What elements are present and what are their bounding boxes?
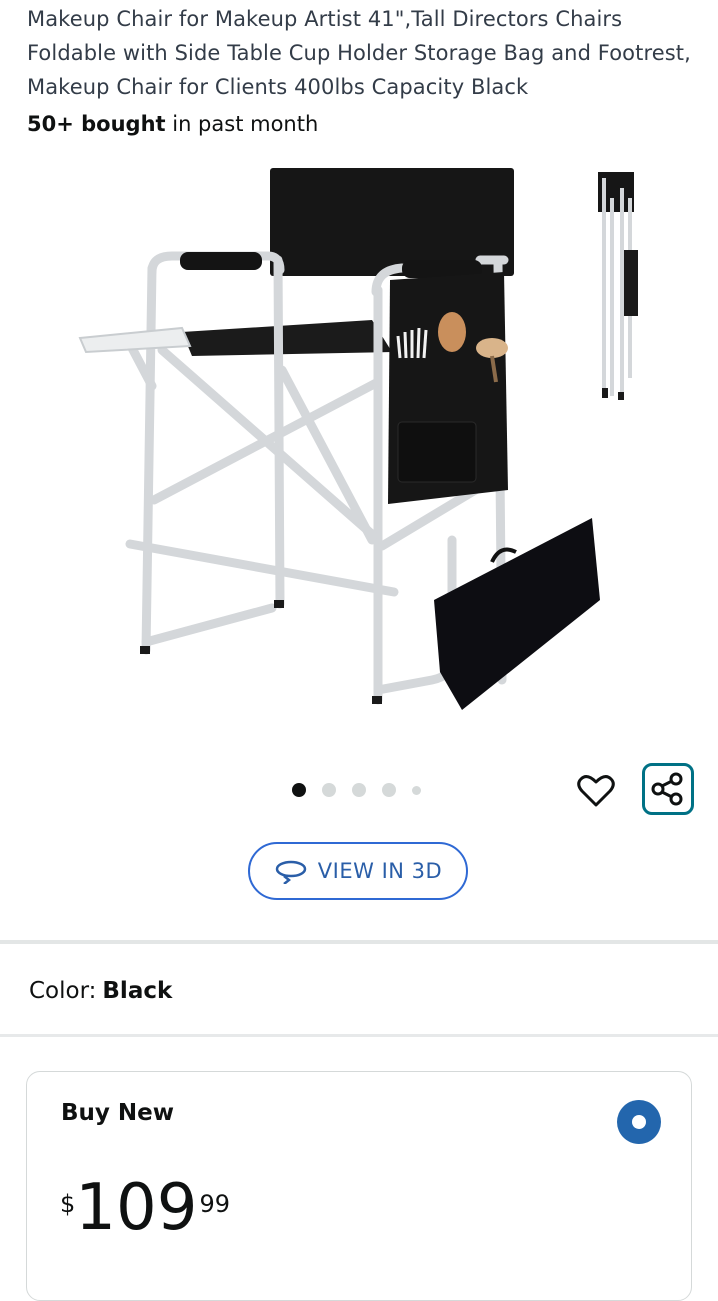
buy-new-title: Buy New [61, 1100, 175, 1126]
heart-icon [577, 775, 615, 807]
image-carousel-indicator [292, 782, 421, 798]
radio-selected-dot [632, 1115, 646, 1129]
color-label: Color: [29, 978, 97, 1004]
product-main-image[interactable] [72, 160, 612, 720]
add-to-list-button[interactable] [574, 770, 618, 812]
carousel-dot-4[interactable] [382, 783, 396, 797]
price: $10999 [60, 1176, 230, 1240]
product-title: Makeup Chair for Makeup Artist 41",Tall … [27, 7, 691, 99]
carousel-dot-5[interactable] [412, 785, 421, 795]
carousel-dot-2[interactable] [322, 783, 336, 797]
price-currency-symbol: $ [60, 1190, 76, 1218]
carousel-dot-3[interactable] [352, 783, 366, 797]
color-selector[interactable]: Color: Black [29, 978, 172, 1004]
section-divider-thin [0, 1034, 718, 1037]
rotate-3d-icon [275, 860, 307, 884]
share-icon [651, 772, 683, 806]
price-whole: 109 [75, 1171, 198, 1245]
share-button[interactable] [642, 763, 694, 815]
chair-illustration [78, 168, 600, 710]
carousel-dot-1[interactable] [292, 783, 306, 797]
section-divider [0, 940, 718, 944]
buy-new-card[interactable]: Buy New $10999 [26, 1071, 692, 1301]
folded-chair-illustration [598, 172, 638, 400]
price-fraction: 99 [199, 1190, 230, 1218]
bought-count-value: 50+ bought [27, 112, 166, 136]
folded-chair-thumbnail[interactable] [590, 168, 646, 404]
view-in-3d-label: VIEW IN 3D [317, 859, 443, 883]
view-in-3d-button[interactable]: VIEW IN 3D [248, 842, 468, 900]
buy-new-radio[interactable] [617, 1100, 661, 1144]
bought-count: 50+ bought in past month [27, 112, 318, 136]
color-value: Black [102, 978, 173, 1004]
bought-count-suffix: in past month [165, 112, 319, 136]
